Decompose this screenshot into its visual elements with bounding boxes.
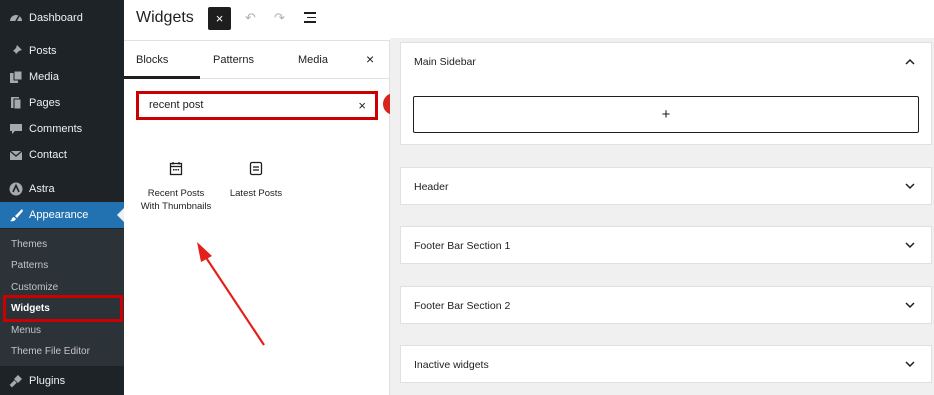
menu-label: Media <box>29 71 59 83</box>
block-latest-posts[interactable]: Latest Posts <box>218 161 294 200</box>
menu-item-posts[interactable]: Posts <box>0 38 124 64</box>
menu-item-pages[interactable]: Pages <box>0 90 124 116</box>
list-view-icon[interactable] <box>304 12 316 26</box>
menu-label: Plugins <box>29 375 66 387</box>
menu-item-dashboard[interactable]: Dashboard <box>0 5 124 31</box>
pages-icon <box>4 96 28 110</box>
menu-item-appearance[interactable]: Appearance <box>0 202 124 228</box>
submenu-theme-file-editor[interactable]: Theme File Editor <box>11 346 90 357</box>
active-tab-indicator <box>124 76 200 79</box>
menu-item-comments[interactable]: Comments <box>0 116 124 142</box>
clear-search-button[interactable]: × <box>358 98 366 113</box>
menu-item-astra[interactable]: Astra <box>0 176 124 202</box>
calendar-icon <box>169 162 183 176</box>
submenu-patterns[interactable]: Patterns <box>11 260 48 271</box>
admin-sidebar: Dashboard Posts Media Pages Comments Con… <box>0 0 124 395</box>
undo-icon[interactable]: ↶ <box>245 10 256 26</box>
widget-area-inactive[interactable]: Inactive widgets <box>400 345 932 383</box>
page-title: Widgets <box>136 9 194 26</box>
menu-item-contact[interactable]: Contact <box>0 142 124 168</box>
menu-item-plugins[interactable]: Plugins <box>0 368 124 394</box>
chevron-down-icon[interactable] <box>905 361 915 368</box>
block-label: Recent Posts With Thumbnails <box>140 188 212 212</box>
block-recent-posts-with-thumbnails[interactable]: Recent Posts With Thumbnails <box>138 161 214 213</box>
mail-icon <box>4 148 28 162</box>
tab-media[interactable]: Media <box>298 54 328 66</box>
submenu-themes[interactable]: Themes <box>11 239 47 250</box>
widgets-highlight-box <box>3 295 123 322</box>
chevron-up-icon[interactable] <box>905 58 915 65</box>
menu-label: Astra <box>29 183 55 195</box>
dashboard-icon <box>4 11 28 25</box>
tab-patterns[interactable]: Patterns <box>213 54 254 66</box>
tab-blocks[interactable]: Blocks <box>136 54 168 66</box>
post-list-icon <box>249 161 263 176</box>
astra-icon <box>4 182 28 196</box>
widget-area-footer-bar-2[interactable]: Footer Bar Section 2 <box>400 286 932 324</box>
redo-icon[interactable]: ↷ <box>274 10 285 26</box>
widget-area-title: Header <box>414 181 449 193</box>
toggle-inserter-button[interactable]: × <box>208 7 231 30</box>
widget-area-footer-bar-1[interactable]: Footer Bar Section 1 <box>400 226 932 264</box>
chevron-down-icon[interactable] <box>905 183 915 190</box>
menu-label: Contact <box>29 149 67 161</box>
menu-label: Appearance <box>29 209 89 221</box>
block-search-input[interactable]: recent post × <box>136 91 378 120</box>
submenu-customize[interactable]: Customize <box>11 282 58 293</box>
submenu-menus[interactable]: Menus <box>11 325 41 336</box>
search-value: recent post <box>149 99 204 111</box>
brush-icon <box>4 208 28 222</box>
menu-label: Dashboard <box>29 12 83 24</box>
plugin-icon <box>4 374 28 388</box>
chevron-down-icon[interactable] <box>905 302 915 309</box>
chevron-down-icon[interactable] <box>905 242 915 249</box>
pin-icon <box>4 44 28 58</box>
media-icon <box>4 70 28 84</box>
widget-area-title: Footer Bar Section 1 <box>414 240 511 252</box>
menu-label: Comments <box>29 123 83 135</box>
menu-label: Pages <box>29 97 61 109</box>
comment-icon <box>4 122 28 136</box>
close-inserter-button[interactable]: × <box>366 51 374 67</box>
add-block-button[interactable]: + <box>413 96 919 133</box>
menu-item-media[interactable]: Media <box>0 64 124 90</box>
menu-label: Posts <box>29 45 57 57</box>
widget-area-title: Footer Bar Section 2 <box>414 300 511 312</box>
widget-area-title: Inactive widgets <box>414 359 489 371</box>
widget-area-title[interactable]: Main Sidebar <box>414 56 476 68</box>
block-label: Latest Posts <box>229 188 283 199</box>
widget-area-header[interactable]: Header <box>400 167 932 205</box>
